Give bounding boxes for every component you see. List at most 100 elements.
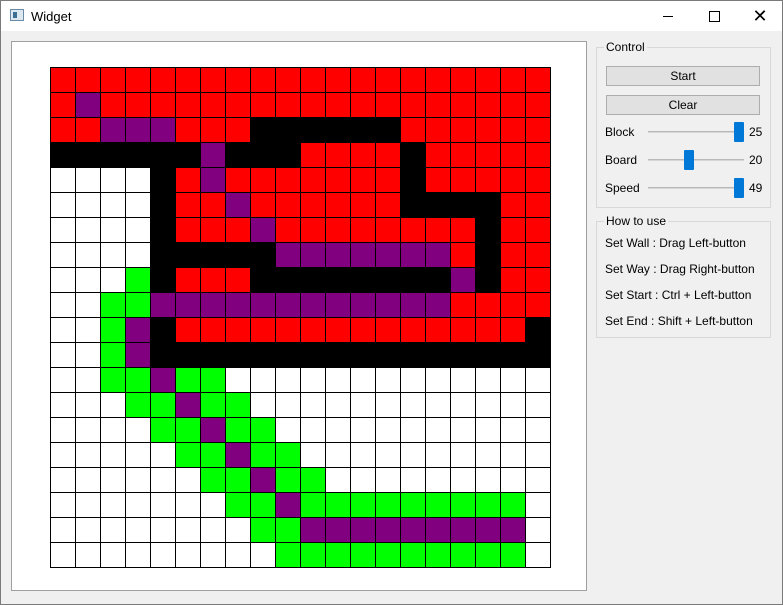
grid-cell[interactable]: [125, 417, 151, 443]
grid-cell[interactable]: [150, 417, 176, 443]
grid-cell[interactable]: [250, 542, 276, 568]
grid-cell[interactable]: [325, 267, 351, 293]
grid-cell[interactable]: [450, 492, 476, 518]
grid-cell[interactable]: [200, 492, 226, 518]
grid-cell[interactable]: [525, 467, 551, 493]
grid-cell[interactable]: [450, 392, 476, 418]
grid-cell[interactable]: [225, 317, 251, 343]
grid-cell[interactable]: [50, 542, 76, 568]
grid-cell[interactable]: [175, 367, 201, 393]
grid-cell[interactable]: [475, 267, 501, 293]
grid-cell[interactable]: [425, 242, 451, 268]
grid-cell[interactable]: [425, 67, 451, 93]
grid-cell[interactable]: [450, 92, 476, 118]
grid-cell[interactable]: [325, 492, 351, 518]
grid-cell[interactable]: [50, 492, 76, 518]
grid-cell[interactable]: [50, 167, 76, 193]
grid-cell[interactable]: [275, 392, 301, 418]
grid-cell[interactable]: [175, 117, 201, 143]
grid-cell[interactable]: [500, 92, 526, 118]
grid-cell[interactable]: [475, 517, 501, 543]
grid-cell[interactable]: [500, 517, 526, 543]
grid-cell[interactable]: [225, 217, 251, 243]
grid-cell[interactable]: [350, 367, 376, 393]
grid-cell[interactable]: [200, 92, 226, 118]
grid-cell[interactable]: [475, 167, 501, 193]
grid-cell[interactable]: [125, 167, 151, 193]
grid-cell[interactable]: [300, 367, 326, 393]
grid-cell[interactable]: [350, 342, 376, 368]
grid-cell[interactable]: [500, 467, 526, 493]
grid-cell[interactable]: [500, 317, 526, 343]
grid-cell[interactable]: [50, 192, 76, 218]
grid-cell[interactable]: [275, 542, 301, 568]
grid-cell[interactable]: [425, 417, 451, 443]
grid-cell[interactable]: [325, 142, 351, 168]
grid-cell[interactable]: [150, 317, 176, 343]
grid-cell[interactable]: [100, 317, 126, 343]
grid-cell[interactable]: [100, 492, 126, 518]
grid-cell[interactable]: [200, 342, 226, 368]
block-slider-handle[interactable]: [734, 122, 744, 142]
grid-cell[interactable]: [250, 292, 276, 318]
grid-cell[interactable]: [300, 517, 326, 543]
grid-cell[interactable]: [275, 67, 301, 93]
grid-cell[interactable]: [150, 542, 176, 568]
grid-cell[interactable]: [50, 367, 76, 393]
grid-cell[interactable]: [375, 342, 401, 368]
grid-cell[interactable]: [475, 317, 501, 343]
grid-cell[interactable]: [375, 92, 401, 118]
grid-cell[interactable]: [200, 142, 226, 168]
close-button[interactable]: ✕: [737, 1, 783, 31]
grid-cell[interactable]: [275, 292, 301, 318]
grid-cell[interactable]: [225, 267, 251, 293]
grid-cell[interactable]: [75, 392, 101, 418]
grid-cell[interactable]: [500, 442, 526, 468]
grid-cell[interactable]: [525, 342, 551, 368]
grid-cell[interactable]: [475, 142, 501, 168]
grid-cell[interactable]: [300, 542, 326, 568]
grid-cell[interactable]: [175, 167, 201, 193]
grid-cell[interactable]: [525, 417, 551, 443]
grid-cell[interactable]: [425, 317, 451, 343]
grid-cell[interactable]: [425, 292, 451, 318]
grid-cell[interactable]: [250, 317, 276, 343]
grid-cell[interactable]: [250, 467, 276, 493]
grid-cell[interactable]: [125, 542, 151, 568]
grid-cell[interactable]: [400, 517, 426, 543]
grid-cell[interactable]: [400, 542, 426, 568]
grid-cell[interactable]: [325, 367, 351, 393]
grid-cell[interactable]: [375, 292, 401, 318]
grid-cell[interactable]: [450, 467, 476, 493]
grid-cell[interactable]: [425, 517, 451, 543]
grid-cell[interactable]: [350, 517, 376, 543]
grid-cell[interactable]: [375, 367, 401, 393]
grid-cell[interactable]: [250, 217, 276, 243]
grid-cell[interactable]: [75, 242, 101, 268]
grid-cell[interactable]: [350, 467, 376, 493]
grid-cell[interactable]: [50, 142, 76, 168]
grid-cell[interactable]: [325, 417, 351, 443]
grid-cell[interactable]: [375, 392, 401, 418]
grid-cell[interactable]: [450, 117, 476, 143]
grid-cell[interactable]: [375, 542, 401, 568]
grid-cell[interactable]: [500, 367, 526, 393]
grid-cell[interactable]: [250, 192, 276, 218]
grid-cell[interactable]: [375, 467, 401, 493]
grid-cell[interactable]: [400, 317, 426, 343]
grid-cell[interactable]: [225, 167, 251, 193]
grid-cell[interactable]: [400, 167, 426, 193]
grid-cell[interactable]: [375, 317, 401, 343]
grid-cell[interactable]: [250, 392, 276, 418]
grid-cell[interactable]: [525, 392, 551, 418]
grid-cell[interactable]: [275, 517, 301, 543]
grid-cell[interactable]: [225, 67, 251, 93]
grid-cell[interactable]: [450, 217, 476, 243]
grid-cell[interactable]: [275, 367, 301, 393]
grid-cell[interactable]: [225, 192, 251, 218]
grid-cell[interactable]: [225, 292, 251, 318]
grid-cell[interactable]: [300, 417, 326, 443]
grid-cell[interactable]: [200, 117, 226, 143]
grid-cell[interactable]: [250, 342, 276, 368]
grid-cell[interactable]: [475, 417, 501, 443]
